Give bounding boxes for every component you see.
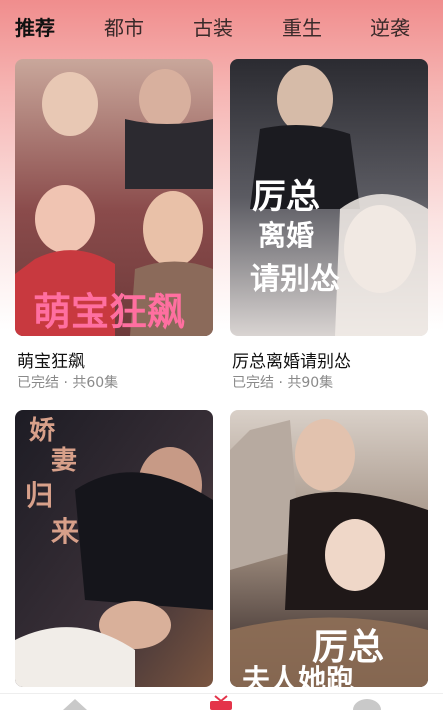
category-tabs: 推荐 都市 古装 重生 逆袭: [0, 0, 443, 56]
drama-title[interactable]: 萌宝狂飙: [17, 347, 85, 372]
drama-meta: 已完结 · 共90集: [232, 375, 334, 391]
tab-counterattack[interactable]: 逆袭: [370, 13, 410, 43]
drama-poster[interactable]: 厉总 离婚 请别怂: [230, 59, 428, 336]
poster-title-art: 妻: [51, 446, 78, 476]
drama-meta: 已完结 · 共60集: [17, 375, 119, 391]
poster-title-art: 萌宝狂飙: [33, 289, 186, 334]
drama-poster[interactable]: 娇 妻 归 来: [15, 410, 213, 687]
poster-title-art: 归: [25, 479, 54, 512]
poster-title-art: 厉总: [252, 177, 320, 217]
tab-recommended[interactable]: 推荐: [15, 13, 55, 43]
poster-title-art: 来: [51, 515, 80, 548]
theater-icon[interactable]: [208, 695, 234, 710]
poster-artwork: [15, 410, 213, 687]
tab-rebirth[interactable]: 重生: [282, 13, 322, 43]
poster-title-art: 离婚: [258, 219, 315, 252]
drama-poster[interactable]: 萌宝狂飙: [15, 59, 213, 336]
bottom-nav: [0, 693, 443, 710]
drama-title[interactable]: 厉总离婚请别怂: [232, 347, 351, 372]
home-icon[interactable]: [62, 698, 88, 710]
profile-icon[interactable]: [352, 697, 382, 710]
tab-urban[interactable]: 都市: [104, 13, 144, 43]
drama-poster[interactable]: 厉总 夫人她跑: [230, 410, 428, 687]
poster-title-art: 请别怂: [250, 262, 340, 297]
poster-title-art: 夫人她跑: [242, 663, 355, 687]
tab-costume[interactable]: 古装: [193, 13, 233, 43]
